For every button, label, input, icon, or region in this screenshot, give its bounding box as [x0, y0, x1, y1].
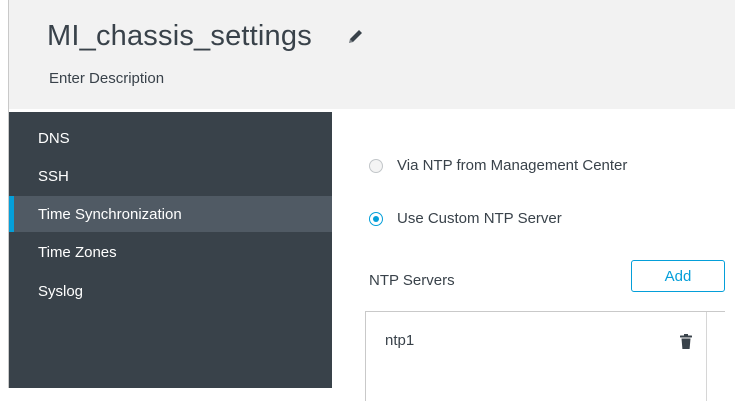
- ntp-servers-label: NTP Servers: [369, 272, 455, 289]
- sidebar-item-label: Syslog: [38, 282, 84, 300]
- radio-selected[interactable]: [369, 211, 383, 226]
- sidebar-item-time-zones[interactable]: Time Zones: [9, 234, 332, 270]
- sidebar-item-label: SSH: [38, 167, 69, 185]
- radio-option-ntp-from-management-center[interactable]: Via NTP from Management Center: [369, 157, 627, 174]
- settings-sidebar: DNS SSH Time Synchronization Time Zones …: [9, 112, 332, 388]
- ntp-server-name: ntp1: [385, 332, 415, 349]
- radio-option-label: Use Custom NTP Server: [397, 210, 562, 227]
- radio-option-label: Via NTP from Management Center: [397, 157, 628, 174]
- description-field[interactable]: Enter Description: [49, 70, 164, 87]
- sidebar-item-label: DNS: [38, 129, 70, 147]
- sidebar-item-label: Time Synchronization: [38, 205, 182, 223]
- page-left-edge: [0, 0, 9, 388]
- time-sync-panel: Via NTP from Management Center Use Custo…: [332, 112, 735, 401]
- list-item: ntp1: [366, 326, 708, 356]
- sidebar-item-time-synchronization[interactable]: Time Synchronization: [9, 196, 332, 232]
- pencil-icon[interactable]: [347, 27, 365, 45]
- sidebar-item-ssh[interactable]: SSH: [9, 158, 332, 194]
- page-title: MI_chassis_settings: [47, 20, 312, 52]
- radio-option-custom-ntp-server[interactable]: Use Custom NTP Server: [369, 210, 562, 227]
- add-ntp-server-button[interactable]: Add: [631, 260, 725, 292]
- sidebar-item-syslog[interactable]: Syslog: [9, 273, 332, 309]
- radio-unselected[interactable]: [369, 158, 383, 173]
- page-header: MI_chassis_settings Enter Description: [9, 0, 735, 109]
- sidebar-item-dns[interactable]: DNS: [9, 120, 332, 156]
- sidebar-item-label: Time Zones: [38, 243, 117, 261]
- trash-icon[interactable]: [680, 334, 692, 349]
